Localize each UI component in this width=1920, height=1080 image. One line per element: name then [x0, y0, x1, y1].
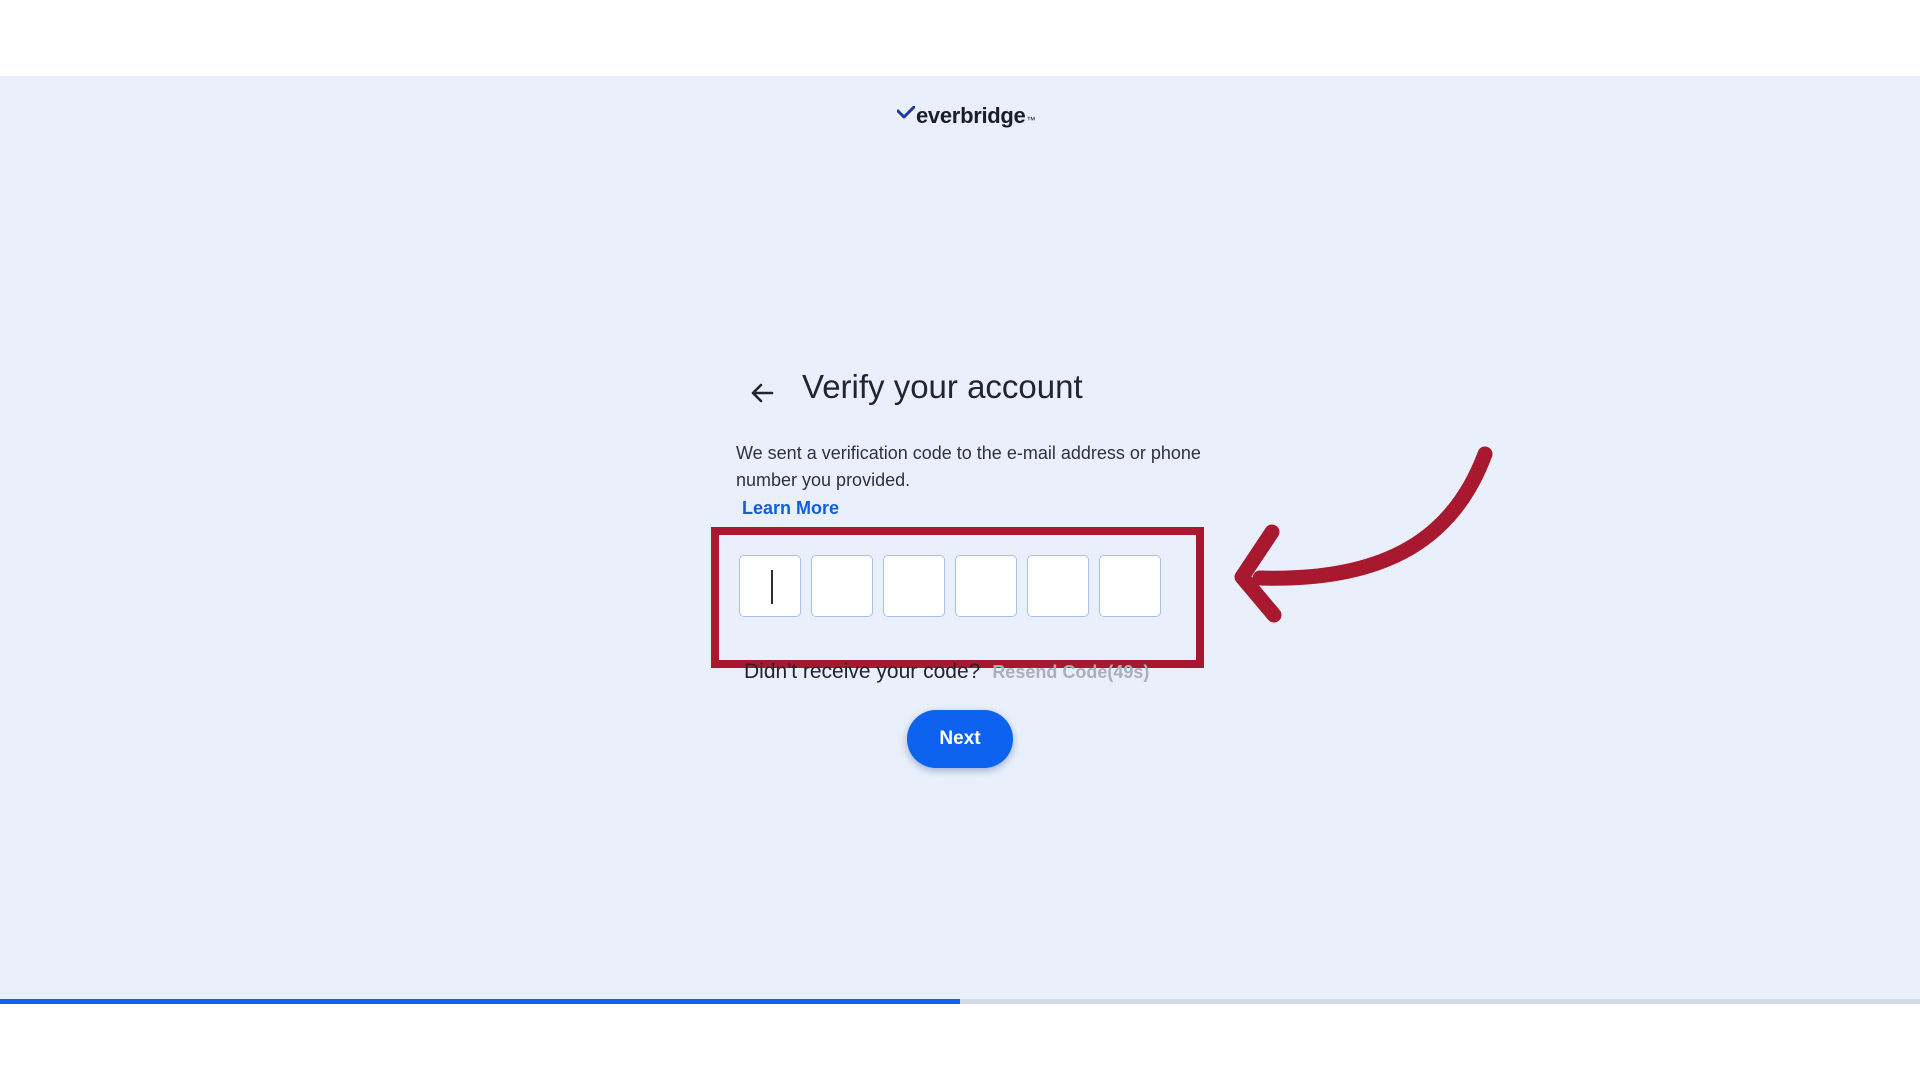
annotation-arrow-icon — [1234, 446, 1493, 623]
resend-row: Didn't receive your code? Resend Code(49… — [744, 660, 1149, 684]
progress-bar-fill — [0, 999, 960, 1004]
code-digit-input-1[interactable] — [739, 555, 801, 617]
resend-code-link[interactable]: Resend Code(49s) — [992, 662, 1149, 683]
checkmark-icon — [897, 106, 915, 119]
code-digit-input-5[interactable] — [1027, 555, 1089, 617]
code-digit-input-6[interactable] — [1099, 555, 1161, 617]
progress-bar — [0, 999, 1920, 1004]
next-button[interactable]: Next — [907, 710, 1013, 768]
learn-more-link[interactable]: Learn More — [742, 498, 839, 519]
text-caret — [771, 570, 773, 604]
verification-code-inputs — [739, 555, 1161, 617]
arrow-left-icon[interactable] — [746, 377, 778, 409]
code-digit-input-3[interactable] — [883, 555, 945, 617]
code-digit-input-4[interactable] — [955, 555, 1017, 617]
resend-question: Didn't receive your code? — [744, 660, 981, 683]
page-title: Verify your account — [802, 368, 1083, 405]
code-digit-input-2[interactable] — [811, 555, 873, 617]
trademark-symbol: ™ — [1026, 115, 1036, 125]
logo-text: everbridge — [916, 103, 1026, 128]
verification-description: We sent a verification code to the e-mai… — [736, 443, 1201, 490]
everbridge-logo: everbridge ™ — [897, 103, 1035, 129]
